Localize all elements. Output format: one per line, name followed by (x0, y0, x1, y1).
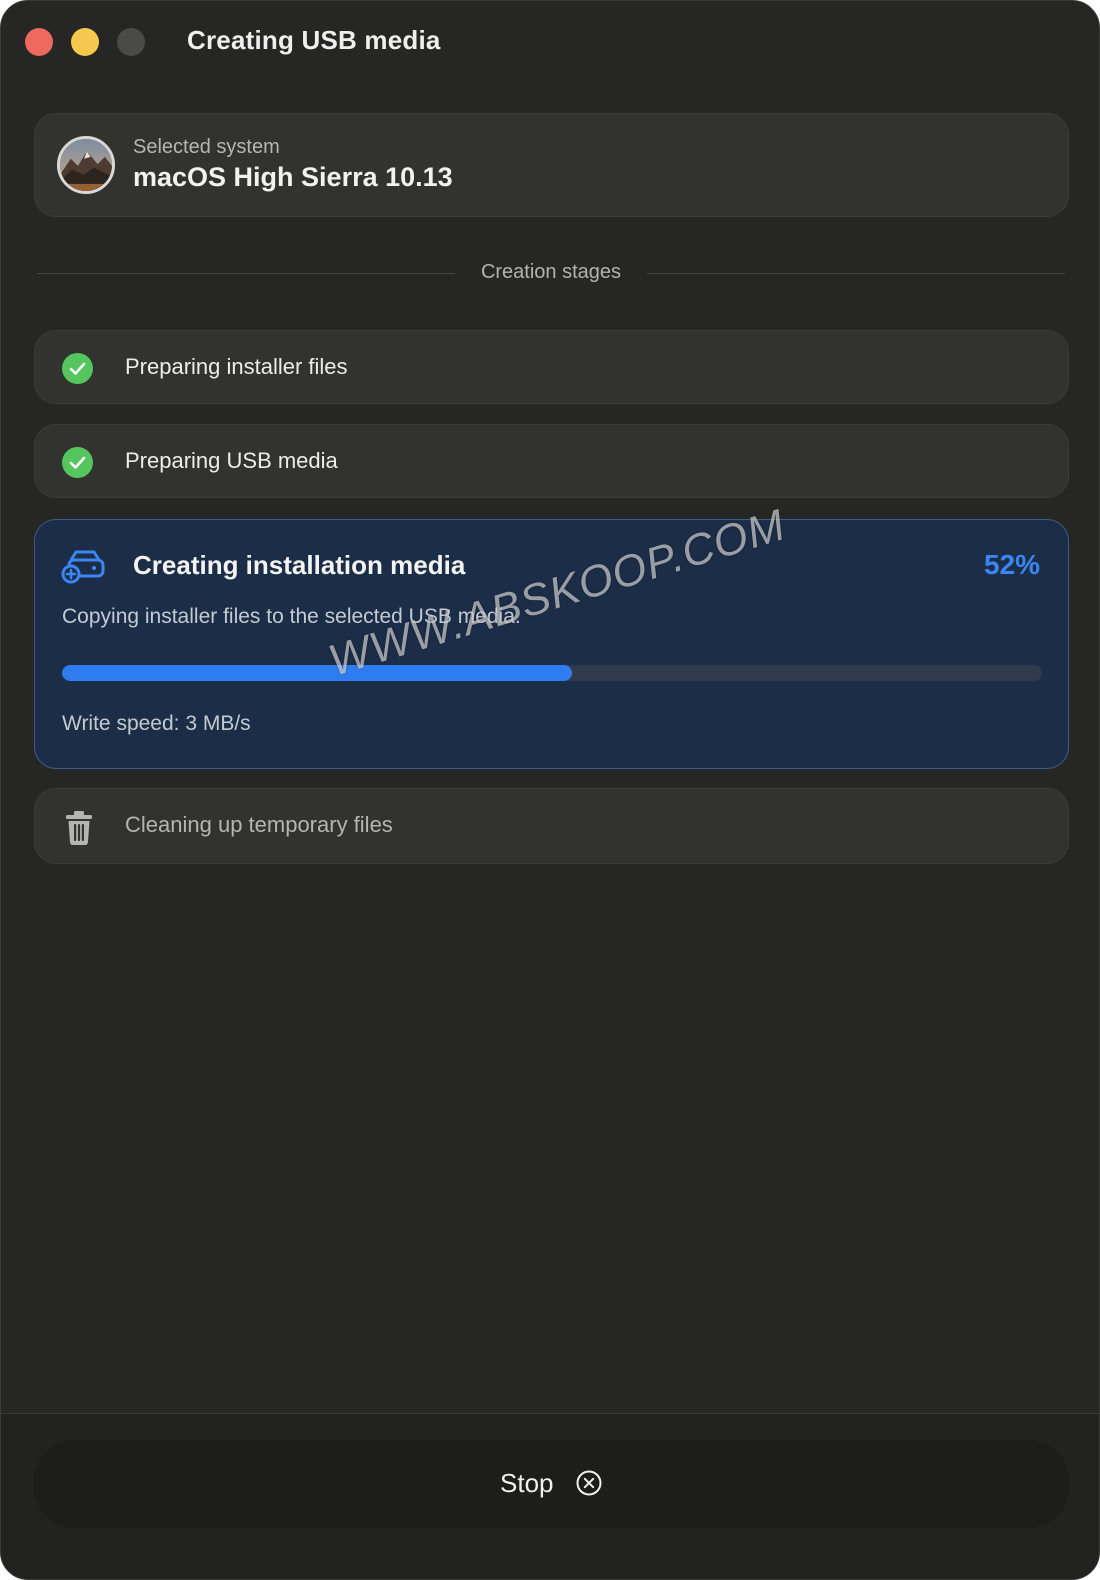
active-stage-description: Copying installer files to the selected … (62, 605, 521, 628)
stop-button-label: Stop (500, 1468, 554, 1498)
window-title: Creating USB media (187, 25, 441, 55)
stage-label: Preparing USB media (125, 448, 338, 473)
selected-system-name: macOS High Sierra 10.13 (133, 162, 453, 192)
drive-add-icon (61, 550, 105, 584)
check-circle-icon (62, 353, 93, 384)
stage-row: Preparing USB media (34, 424, 1069, 498)
bottom-bar: Stop (1, 1413, 1099, 1579)
write-speed: Write speed: 3 MB/s (62, 712, 251, 735)
close-window-button[interactable] (25, 28, 53, 56)
x-circle-icon (576, 1470, 602, 1496)
app-window: Creating USB media Selected system macOS… (0, 0, 1100, 1580)
progress-bar-fill (62, 665, 572, 681)
progress-percent: 52% (983, 549, 1040, 580)
selected-system-card: Selected system macOS High Sierra 10.13 (34, 113, 1069, 217)
divider-line-right (647, 273, 1065, 274)
stage-row: Preparing installer files (34, 330, 1069, 404)
stage-label: Preparing installer files (125, 354, 348, 379)
check-circle-icon (62, 447, 93, 478)
stage-row: Cleaning up temporary files (34, 788, 1069, 864)
progress-bar (62, 665, 1042, 681)
trash-icon (66, 811, 92, 845)
active-stage-card: Creating installation media 52% Copying … (34, 519, 1069, 769)
selected-system-label: Selected system (133, 136, 280, 158)
stop-button[interactable]: Stop (34, 1440, 1069, 1528)
zoom-window-button[interactable] (117, 28, 145, 56)
active-stage-title: Creating installation media (133, 550, 466, 580)
title-bar: Creating USB media (1, 1, 1099, 81)
section-divider: Creation stages (37, 259, 1065, 289)
stage-label: Cleaning up temporary files (125, 812, 393, 837)
macos-high-sierra-icon (57, 136, 115, 194)
minimize-window-button[interactable] (71, 28, 99, 56)
